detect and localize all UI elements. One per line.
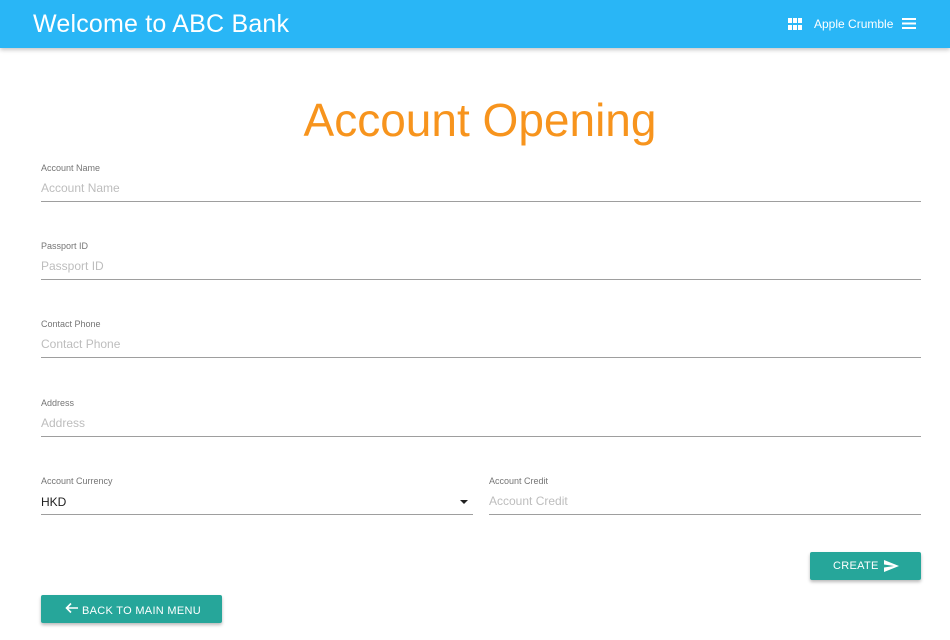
account-credit-field: Account Credit (489, 475, 921, 520)
hamburger-menu-icon[interactable] (902, 17, 916, 30)
passport-id-input[interactable] (41, 254, 921, 278)
contact-phone-label: Contact Phone (41, 319, 101, 329)
arrow-left-icon (65, 602, 78, 614)
account-currency-underline (41, 514, 473, 515)
send-icon (884, 560, 899, 572)
passport-id-label: Passport ID (41, 241, 89, 251)
account-credit-underline (489, 514, 921, 515)
passport-id-underline (41, 279, 921, 280)
create-button-label: CREATE (833, 560, 879, 572)
back-to-main-menu-button[interactable]: BACK TO MAIN MENU (41, 595, 222, 623)
account-currency-field: Account Currency HKD (41, 475, 473, 520)
account-credit-label: Account Credit (489, 476, 549, 486)
contact-phone-field: Contact Phone (41, 318, 921, 363)
page-title: Account Opening (303, 94, 657, 146)
account-currency-value: HKD (41, 495, 67, 509)
address-label: Address (41, 398, 75, 408)
address-underline (41, 436, 921, 437)
account-name-input[interactable] (41, 176, 921, 200)
account-name-underline (41, 201, 921, 202)
grid-icon[interactable] (788, 18, 802, 30)
account-name-field: Account Name (41, 162, 921, 207)
address-input[interactable] (41, 411, 921, 435)
account-currency-label: Account Currency (41, 476, 113, 486)
dropdown-arrow-icon (460, 500, 468, 504)
account-credit-input[interactable] (489, 489, 921, 513)
account-name-label: Account Name (41, 163, 101, 173)
create-button[interactable]: CREATE (810, 552, 921, 580)
app-title: Welcome to ABC Bank (33, 10, 290, 38)
contact-phone-underline (41, 357, 921, 358)
address-field: Address (41, 397, 921, 442)
user-name[interactable]: Apple Crumble (814, 17, 893, 31)
contact-phone-input[interactable] (41, 332, 921, 356)
passport-id-field: Passport ID (41, 240, 921, 285)
back-to-main-menu-label: BACK TO MAIN MENU (82, 605, 201, 617)
app-header: Welcome to ABC Bank Apple Crumble (0, 0, 950, 48)
account-currency-select[interactable]: HKD (41, 487, 473, 515)
